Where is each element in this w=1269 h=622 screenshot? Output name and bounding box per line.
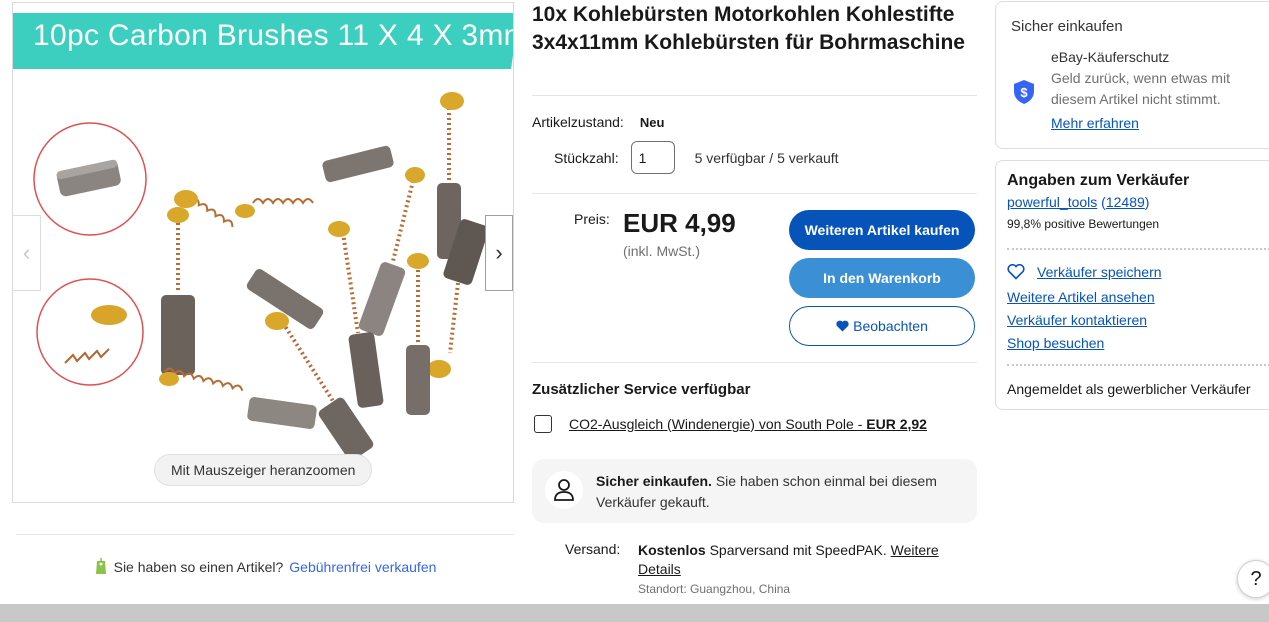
seller-heading: Angaben zum Verkäufer [1007, 172, 1190, 189]
watch-label: Beobachten [853, 318, 928, 334]
listing-info: 10x Kohlebürsten Motorkohlen Kohlestifte… [532, 0, 978, 596]
divider [532, 193, 977, 194]
condition-label: Artikelzustand: [532, 114, 624, 130]
service-checkbox[interactable] [534, 415, 552, 433]
secure-shopping-heading: Sicher einkaufen [1011, 18, 1123, 35]
banner-text: 10pc Carbon Brushes 11 X 4 X 3mm [33, 19, 514, 52]
product-image[interactable] [13, 3, 513, 503]
service-option: CO2-Ausgleich (Windenergie) von South Po… [534, 415, 927, 433]
add-to-cart-button[interactable]: In den Warenkorb [789, 258, 975, 298]
secure-notice-text: Sicher einkaufen. Sie haben schon einmal… [596, 471, 966, 513]
price-tag-icon [95, 557, 106, 574]
service-option-price: EUR 2,92 [866, 416, 927, 432]
shipping-free: Kostenlos [638, 542, 706, 558]
person-glyph [554, 479, 574, 501]
seller-name-row: powerful_tools (12489) [1007, 194, 1149, 210]
zoom-hint: Mit Mauszeiger heranzoomen [154, 454, 373, 486]
shipping-label: Versand: [565, 541, 621, 557]
secure-purchase-notice: Sicher einkaufen. Sie haben schon einmal… [532, 459, 977, 523]
quantity-row: Stückzahl: 5 verfügbar / 5 verkauft [554, 141, 839, 174]
heart-icon [836, 320, 849, 332]
divider [532, 362, 977, 363]
svg-text:$: $ [1020, 85, 1028, 100]
listing-title: 10x Kohlebürsten Motorkohlen Kohlestifte… [532, 3, 965, 54]
sell-similar-row: Sie haben so einen Artikel? Gebührenfrei… [16, 534, 514, 584]
bottom-bar [0, 604, 1269, 622]
help-button[interactable]: ? [1237, 560, 1269, 598]
contact-seller-link[interactable]: Verkäufer kontaktieren [1007, 312, 1147, 328]
condition-row: Artikelzustand: Neu [532, 114, 664, 130]
divider [532, 95, 977, 96]
seller-feedback: 99,8% positive Bewertungen [1007, 217, 1160, 231]
price-note: (inkl. MwSt.) [623, 243, 700, 259]
shipping-details: Kostenlos Sparversand mit SpeedPAK. Weit… [638, 541, 968, 579]
seller-rating-link[interactable]: 12489 [1106, 194, 1145, 210]
gallery-prev-button[interactable]: ‹ [13, 215, 41, 291]
paren-open: ( [1097, 194, 1106, 210]
image-gallery: 10pc Carbon Brushes 11 X 4 X 3mm ‹ › Mit… [12, 2, 514, 503]
condition-value: Neu [639, 115, 665, 130]
shield-dollar-icon: $ [1014, 80, 1034, 104]
heart-icon[interactable] [1007, 264, 1025, 280]
quantity-input[interactable] [630, 141, 675, 174]
buyer-protection-card: Sicher einkaufen $ eBay-Käuferschutz Gel… [995, 1, 1269, 149]
dotted-divider [1007, 364, 1269, 366]
paren-close: ) [1144, 194, 1150, 210]
service-option-text: CO2-Ausgleich (Windenergie) von South Po… [569, 416, 867, 432]
more-items-link[interactable]: Weitere Artikel ansehen [1007, 289, 1155, 305]
shipping-method: Sparversand mit SpeedPAK. [705, 542, 891, 558]
service-option-link[interactable]: CO2-Ausgleich (Windenergie) von South Po… [569, 416, 927, 432]
price-label: Preis: [574, 211, 610, 227]
protection-title: eBay-Käuferschutz [1051, 49, 1170, 65]
item-location: Standort: Guangzhou, China [638, 582, 791, 596]
availability-text: 5 verfügbar / 5 verkauft [694, 149, 839, 166]
watch-button[interactable]: Beobachten [789, 306, 975, 346]
sell-free-link[interactable]: Gebührenfrei verkaufen [289, 559, 436, 575]
business-seller-note: Angemeldet als gewerblicher Verkäufer [1007, 381, 1251, 397]
save-seller-link[interactable]: Verkäufer speichern [1037, 264, 1162, 280]
question-icon: ? [1250, 567, 1262, 590]
price-value: EUR 4,99 [623, 208, 736, 238]
visit-shop-link[interactable]: Shop besuchen [1007, 335, 1104, 351]
protection-description: Geld zurück, wenn etwas mit diesem Artik… [1051, 70, 1230, 107]
dotted-divider [1007, 248, 1269, 250]
gallery-next-button[interactable]: › [485, 215, 513, 291]
learn-more-link[interactable]: Mehr erfahren [1051, 115, 1139, 131]
secure-notice-bold: Sicher einkaufen. [596, 473, 712, 489]
quantity-label: Stückzahl: [554, 149, 619, 166]
seller-card: Angaben zum Verkäufer powerful_tools (12… [995, 160, 1269, 410]
service-title: Zusätzlicher Service verfügbar [532, 381, 751, 398]
sell-prompt: Sie haben so einen Artikel? [113, 558, 284, 575]
buy-now-button[interactable]: Weiteren Artikel kaufen [789, 210, 975, 250]
person-icon [545, 471, 583, 509]
seller-name-link[interactable]: powerful_tools [1007, 194, 1097, 210]
